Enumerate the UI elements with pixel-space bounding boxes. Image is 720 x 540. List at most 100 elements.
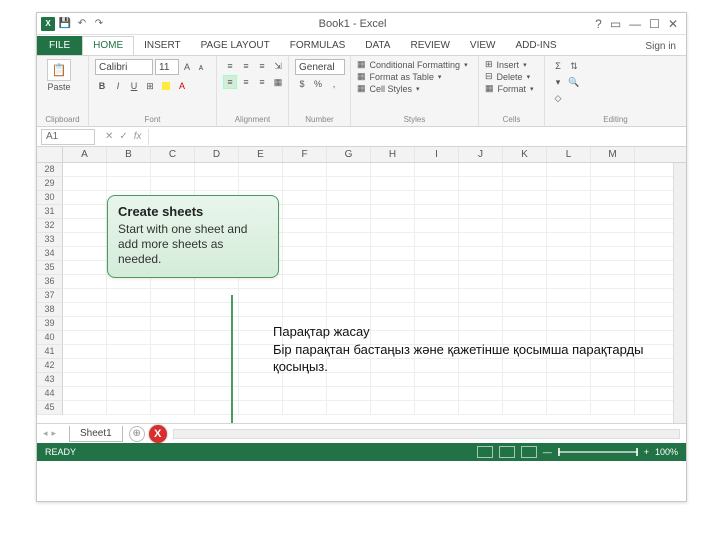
- align-right-icon[interactable]: ≡: [255, 75, 269, 89]
- column-header[interactable]: C: [151, 147, 195, 162]
- cell[interactable]: [371, 275, 415, 288]
- cell[interactable]: [107, 177, 151, 190]
- column-header[interactable]: D: [195, 147, 239, 162]
- conditional-formatting-button[interactable]: ▦Conditional Formatting▾: [357, 59, 468, 70]
- cell[interactable]: [547, 247, 591, 260]
- column-header[interactable]: L: [547, 147, 591, 162]
- cell[interactable]: [371, 219, 415, 232]
- tab-page-layout[interactable]: PAGE LAYOUT: [191, 37, 280, 55]
- cell[interactable]: [415, 401, 459, 414]
- cell[interactable]: [239, 401, 283, 414]
- fill-icon[interactable]: ▾: [551, 75, 565, 89]
- row-header[interactable]: 38: [37, 303, 63, 317]
- fx-icon[interactable]: fx: [134, 131, 142, 142]
- cell[interactable]: [503, 261, 547, 274]
- column-header[interactable]: J: [459, 147, 503, 162]
- cell[interactable]: [415, 261, 459, 274]
- row-header[interactable]: 37: [37, 289, 63, 303]
- cell[interactable]: [591, 163, 635, 176]
- cell[interactable]: [591, 219, 635, 232]
- tab-addins[interactable]: ADD-INS: [505, 37, 566, 55]
- font-name-combo[interactable]: Calibri: [95, 59, 153, 75]
- border-button[interactable]: ⊞: [143, 79, 157, 93]
- font-color-button[interactable]: A: [175, 79, 189, 93]
- tab-review[interactable]: REVIEW: [400, 37, 459, 55]
- cell[interactable]: [239, 289, 283, 302]
- row-header[interactable]: 34: [37, 247, 63, 261]
- cell[interactable]: [63, 191, 107, 204]
- format-cells-button[interactable]: ▦Format▾: [485, 83, 534, 94]
- cell[interactable]: [107, 387, 151, 400]
- cell[interactable]: [63, 359, 107, 372]
- cell[interactable]: [327, 387, 371, 400]
- cell[interactable]: [283, 191, 327, 204]
- minimize-icon[interactable]: —: [629, 17, 641, 31]
- cell[interactable]: [459, 191, 503, 204]
- cell[interactable]: [591, 303, 635, 316]
- cell[interactable]: [107, 289, 151, 302]
- column-header[interactable]: M: [591, 147, 635, 162]
- zoom-in-button[interactable]: +: [644, 447, 649, 457]
- vertical-scrollbar[interactable]: [673, 163, 686, 423]
- redo-icon[interactable]: ↷: [92, 17, 106, 31]
- cancel-formula-icon[interactable]: ✕: [105, 131, 113, 142]
- cell[interactable]: [327, 205, 371, 218]
- percent-icon[interactable]: %: [311, 77, 325, 91]
- cell[interactable]: [547, 261, 591, 274]
- cell[interactable]: [283, 247, 327, 260]
- cell[interactable]: [371, 289, 415, 302]
- undo-icon[interactable]: ↶: [75, 17, 89, 31]
- cell[interactable]: [591, 233, 635, 246]
- cell[interactable]: [63, 317, 107, 330]
- tab-home[interactable]: HOME: [82, 36, 134, 55]
- cell[interactable]: [107, 331, 151, 344]
- cell[interactable]: [547, 205, 591, 218]
- cell[interactable]: [63, 289, 107, 302]
- row-header[interactable]: 32: [37, 219, 63, 233]
- cell[interactable]: [503, 387, 547, 400]
- cell[interactable]: [151, 401, 195, 414]
- name-box[interactable]: A1: [41, 129, 95, 145]
- cell[interactable]: [151, 359, 195, 372]
- cell[interactable]: [151, 289, 195, 302]
- number-format-combo[interactable]: General: [295, 59, 345, 75]
- row-header[interactable]: 36: [37, 275, 63, 289]
- help-icon[interactable]: ?: [595, 17, 602, 31]
- cell[interactable]: [547, 191, 591, 204]
- cell[interactable]: [195, 177, 239, 190]
- cell[interactable]: [107, 303, 151, 316]
- cell[interactable]: [327, 303, 371, 316]
- align-center-icon[interactable]: ≡: [239, 75, 253, 89]
- insert-cells-button[interactable]: ⊞Insert▾: [485, 59, 534, 70]
- underline-button[interactable]: U: [127, 79, 141, 93]
- cell[interactable]: [283, 275, 327, 288]
- select-all-corner[interactable]: [37, 147, 63, 162]
- cell[interactable]: [459, 303, 503, 316]
- cell[interactable]: [151, 373, 195, 386]
- find-icon[interactable]: 🔍: [567, 75, 581, 89]
- cell[interactable]: [283, 261, 327, 274]
- align-top-icon[interactable]: ≡: [223, 59, 237, 73]
- cell[interactable]: [459, 387, 503, 400]
- fill-color-button[interactable]: [159, 79, 173, 93]
- row-header[interactable]: 44: [37, 387, 63, 401]
- cell[interactable]: [195, 163, 239, 176]
- cell[interactable]: [371, 387, 415, 400]
- tab-file[interactable]: FILE: [37, 36, 82, 55]
- cell[interactable]: [371, 303, 415, 316]
- cell[interactable]: [283, 205, 327, 218]
- cell[interactable]: [503, 247, 547, 260]
- cell[interactable]: [327, 177, 371, 190]
- worksheet-grid[interactable]: ABCDEFGHIJKLM 28293031323334353637383940…: [37, 147, 686, 423]
- cell[interactable]: [459, 247, 503, 260]
- row-header[interactable]: 31: [37, 205, 63, 219]
- cell-styles-button[interactable]: ▦Cell Styles▾: [357, 83, 468, 94]
- row-header[interactable]: 42: [37, 359, 63, 373]
- format-as-table-button[interactable]: ▦Format as Table▾: [357, 71, 468, 82]
- cell[interactable]: [239, 163, 283, 176]
- cell[interactable]: [283, 219, 327, 232]
- cell[interactable]: [371, 261, 415, 274]
- column-header[interactable]: G: [327, 147, 371, 162]
- cell[interactable]: [503, 163, 547, 176]
- cell[interactable]: [503, 177, 547, 190]
